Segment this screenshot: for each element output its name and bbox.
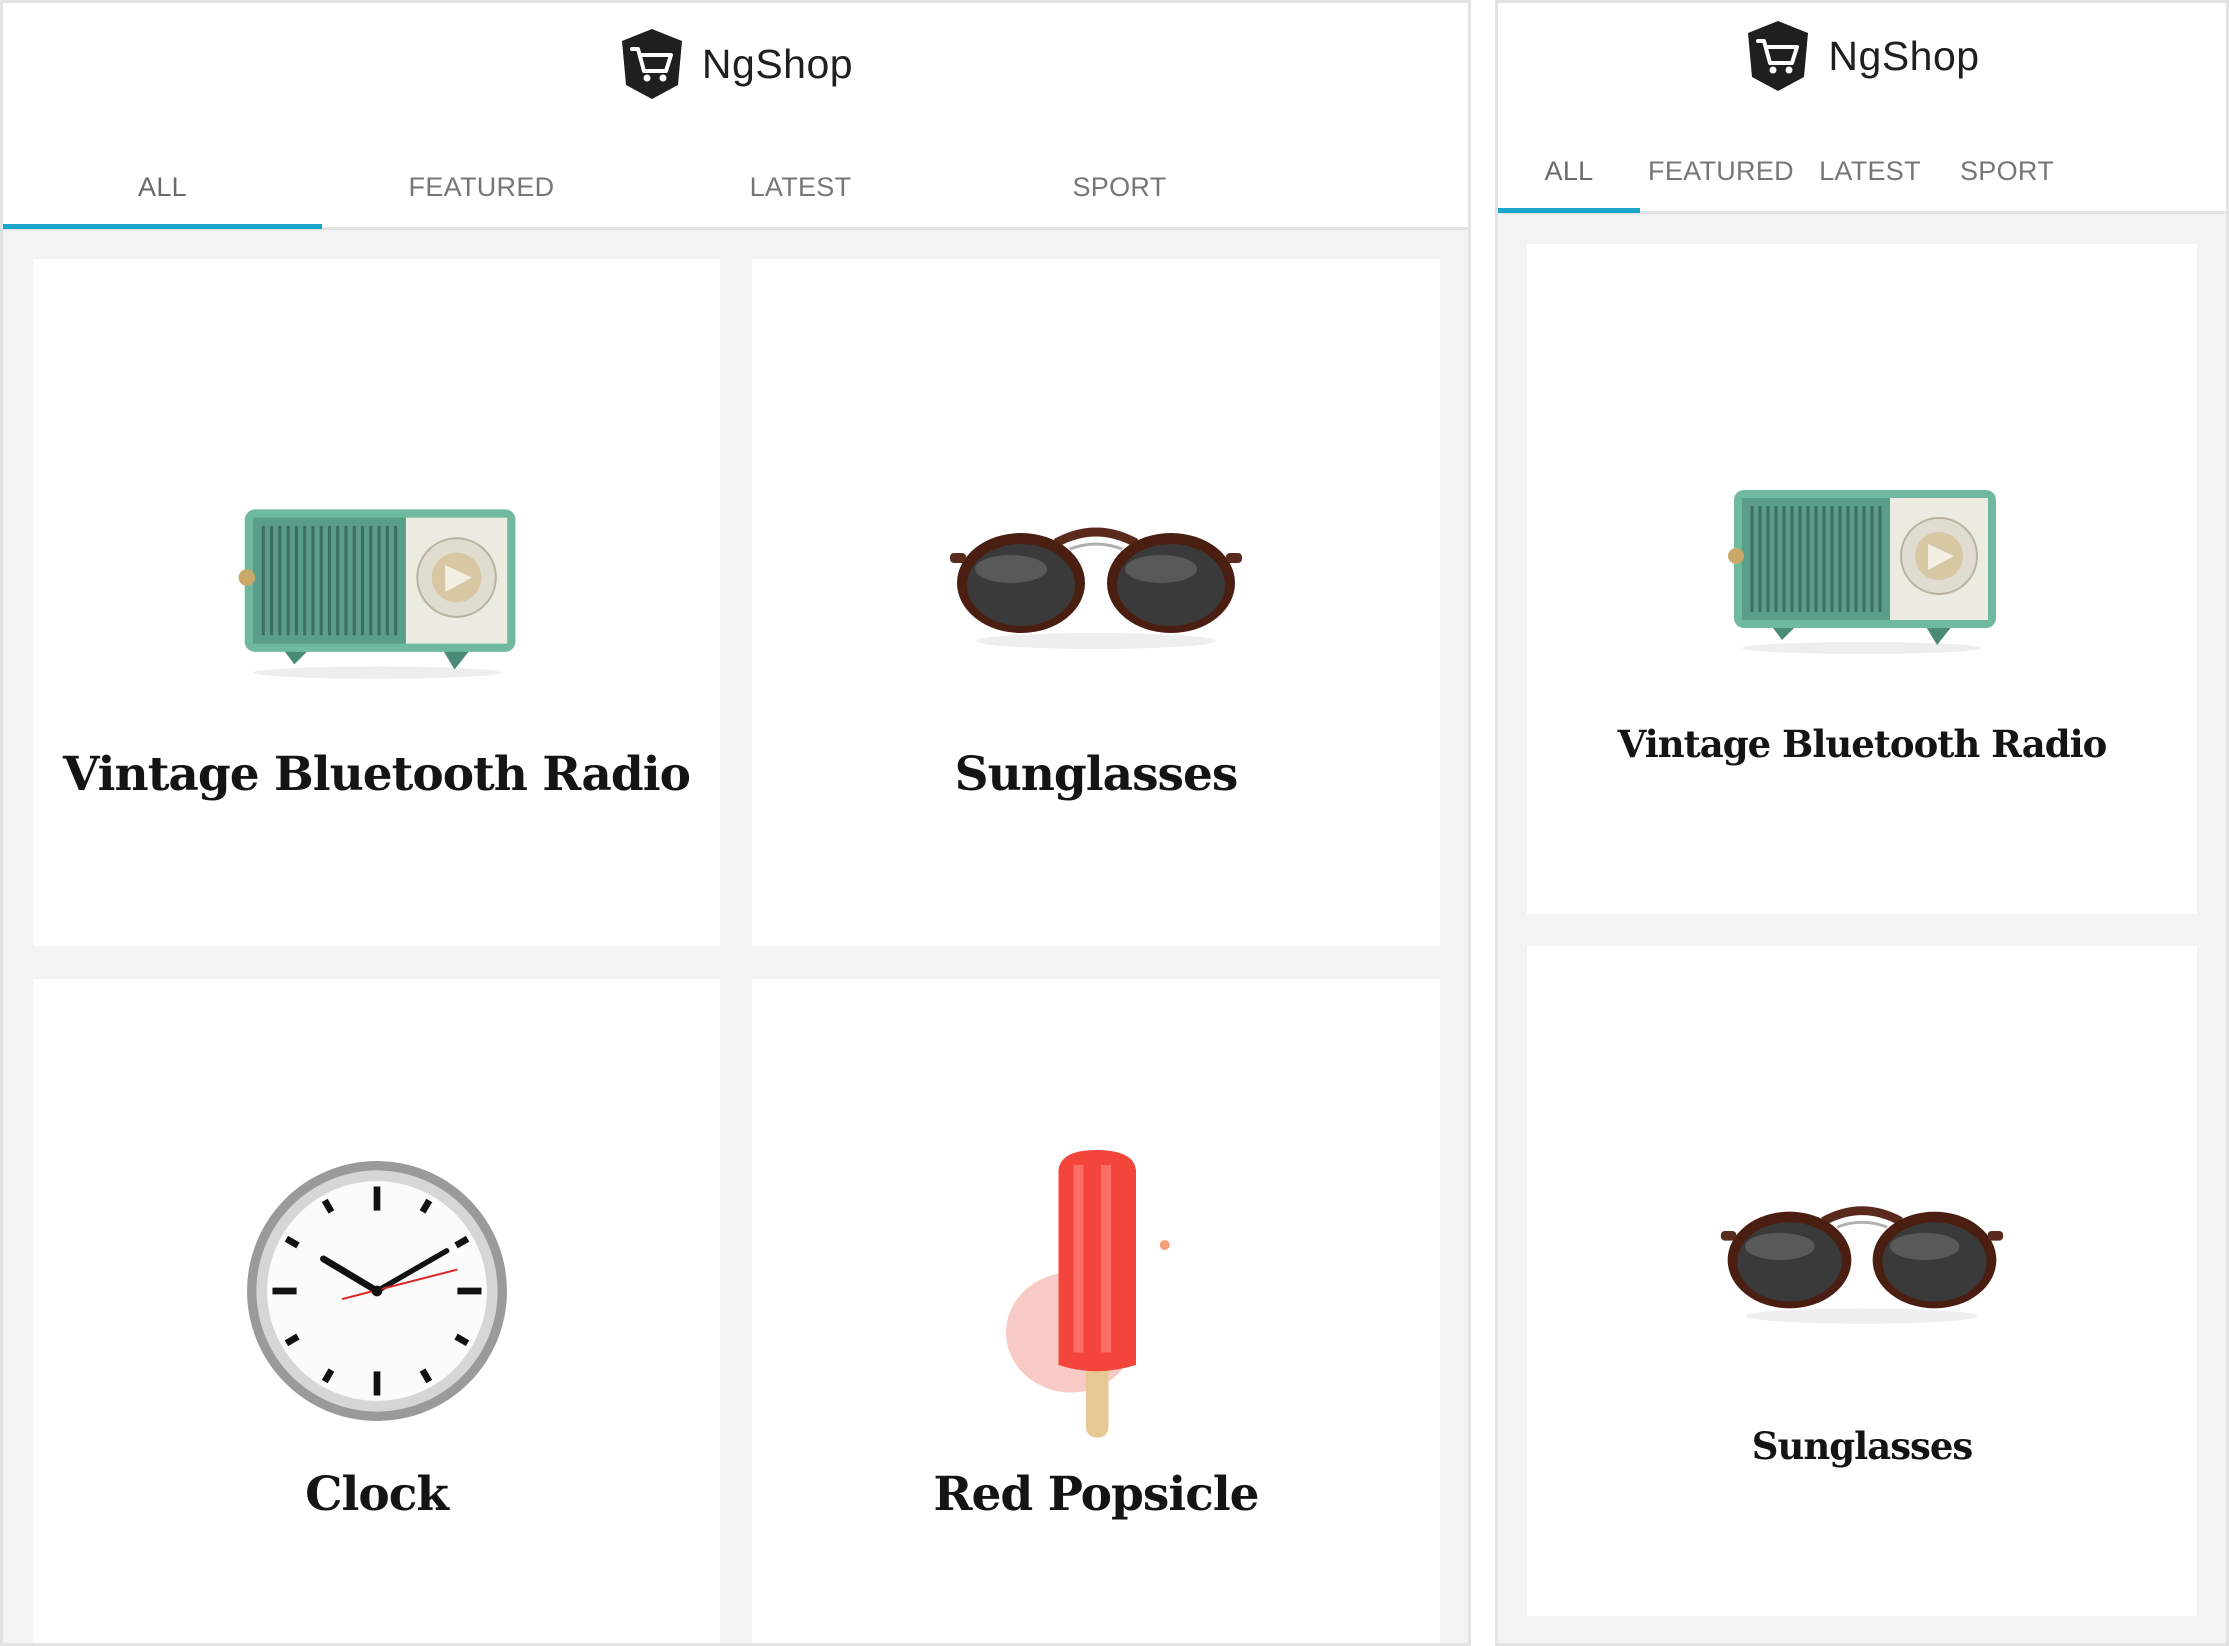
product-card[interactable]: Red Popsicle — [752, 979, 1440, 1643]
radio-image — [1722, 480, 2002, 660]
shopping-cart-logo-icon — [1744, 19, 1812, 93]
tab-latest[interactable]: LATEST — [1804, 131, 1936, 211]
tab-sport[interactable]: SPORT — [960, 147, 1279, 227]
tab-all[interactable]: ALL — [1498, 131, 1640, 213]
product-card[interactable]: Vintage Bluetooth Radio — [33, 259, 720, 946]
category-tabs: ALL FEATURED LATEST SPORT — [3, 147, 1468, 229]
product-title: Vintage Bluetooth Radio — [63, 747, 691, 802]
product-title: Sunglasses — [1751, 1424, 1973, 1468]
tab-sport[interactable]: SPORT — [1942, 131, 2072, 211]
brand[interactable]: NgShop — [1498, 21, 2226, 91]
product-title: Vintage Bluetooth Radio — [1617, 722, 2108, 766]
product-title: Red Popsicle — [933, 1467, 1259, 1522]
product-card[interactable]: Clock — [33, 979, 720, 1643]
app-header: NgShop ALL FEATURED LATEST SPORT — [3, 3, 1468, 230]
brand-name: NgShop — [701, 40, 854, 87]
product-card[interactable]: Sunglasses — [1527, 946, 2197, 1616]
sunglasses-image — [1717, 1192, 2007, 1328]
clock-image — [243, 1157, 511, 1425]
popsicle-image — [996, 1145, 1196, 1445]
product-card[interactable]: Vintage Bluetooth Radio — [1527, 244, 2197, 914]
product-title: Clock — [305, 1467, 449, 1522]
shopping-cart-logo-icon — [618, 27, 686, 101]
tablet-view: NgShop ALL FEATURED LATEST SPORT Vintage… — [0, 0, 1471, 1646]
brand-name: NgShop — [1828, 32, 1980, 79]
app-header: NgShop ALL FEATURED LATEST SPORT — [1498, 3, 2226, 214]
product-card[interactable]: Sunglasses — [752, 259, 1440, 946]
tab-latest[interactable]: LATEST — [641, 147, 960, 227]
category-tabs: ALL FEATURED LATEST SPORT — [1498, 131, 2226, 213]
sunglasses-image — [946, 513, 1246, 653]
tab-all[interactable]: ALL — [3, 147, 322, 229]
product-title: Sunglasses — [954, 747, 1239, 802]
tab-featured[interactable]: FEATURED — [1646, 131, 1796, 211]
radio-image — [232, 499, 522, 685]
mobile-view: NgShop ALL FEATURED LATEST SPORT Vintage… — [1495, 0, 2229, 1646]
brand[interactable]: NgShop — [3, 29, 1468, 99]
tab-featured[interactable]: FEATURED — [322, 147, 641, 227]
